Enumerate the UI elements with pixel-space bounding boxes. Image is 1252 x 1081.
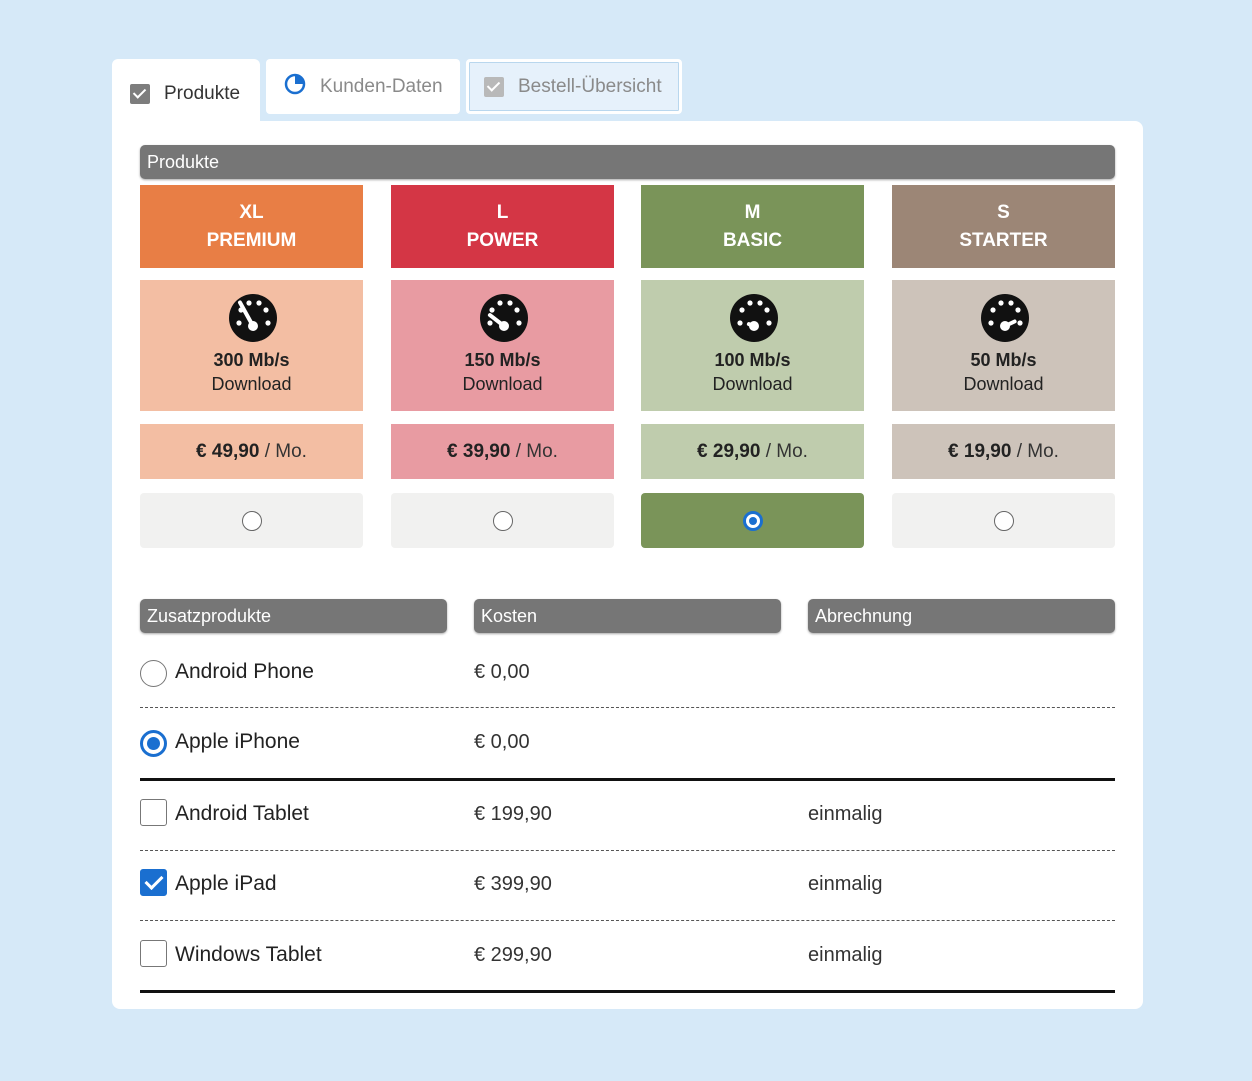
addon-cost: € 0,00 — [474, 731, 530, 753]
plan-name: PREMIUM — [206, 229, 297, 251]
addon-radio[interactable] — [140, 730, 167, 757]
addon-name: Windows Tablet — [175, 943, 322, 966]
checkbox-checked-icon — [130, 84, 150, 104]
plan-name: BASIC — [722, 229, 783, 251]
header-label: Kosten — [481, 606, 538, 626]
plan-size: XL — [239, 201, 264, 223]
addon-cost: € 399,90 — [474, 873, 552, 895]
plan-price-period: / Mo. — [1016, 441, 1059, 462]
plan-radio[interactable] — [742, 510, 763, 531]
plan-price-amount: € 49,90 — [196, 441, 260, 462]
plan-radio[interactable] — [993, 510, 1014, 531]
plan-speed-box: 150 Mb/s Download — [391, 280, 614, 411]
plan-speed-label: Download — [712, 374, 793, 394]
plan-header: XL PREMIUM — [140, 185, 363, 268]
header-label: Zusatzprodukte — [147, 606, 272, 626]
plan-price-period: / Mo. — [264, 441, 307, 462]
addon-row-apple-ipad[interactable]: Apple iPad € 399,90 einmalig — [140, 850, 1115, 920]
plan-price-period: / Mo. — [515, 441, 558, 462]
section-title: Produkte — [147, 152, 220, 172]
plan-size: M — [744, 201, 761, 223]
addon-checkbox[interactable] — [140, 869, 167, 896]
plan-radio[interactable] — [241, 510, 262, 531]
plan-name: POWER — [466, 229, 539, 251]
plan-price-amount: € 29,90 — [697, 441, 761, 462]
addon-name: Apple iPhone — [175, 730, 300, 753]
section-title-bar: Produkte — [140, 145, 1115, 179]
addon-billing: einmalig — [808, 803, 883, 825]
plan-price-amount: € 19,90 — [948, 441, 1012, 462]
plan-speed: 300 Mb/s — [213, 350, 290, 370]
addon-name: Android Phone — [175, 660, 314, 683]
addon-name: Apple iPad — [175, 872, 277, 895]
checkbox-checked-icon — [484, 76, 504, 97]
addon-row-android-phone[interactable]: Android Phone € 0,00 — [140, 638, 1115, 708]
plan-price: € 39,90 / Mo. — [391, 424, 614, 479]
addons-header-cost: Kosten — [474, 599, 781, 633]
plan-size: L — [496, 201, 509, 223]
tab-produkte[interactable]: Produkte — [112, 59, 260, 129]
addon-row-apple-iphone[interactable]: Apple iPhone € 0,00 — [140, 708, 1115, 778]
addons-header-product: Zusatzprodukte — [140, 599, 447, 633]
plan-price: € 29,90 / Mo. — [641, 424, 864, 479]
addon-row-android-tablet[interactable]: Android Tablet € 199,90 einmalig — [140, 780, 1115, 850]
plan-speed: 150 Mb/s — [464, 350, 541, 370]
plan-header: M BASIC — [641, 185, 864, 268]
plan-select-cell[interactable] — [140, 493, 363, 548]
tab-label: Produkte — [164, 83, 241, 104]
plan-price: € 49,90 / Mo. — [140, 424, 363, 479]
plan-header: S STARTER — [892, 185, 1115, 268]
addon-radio[interactable] — [140, 660, 167, 687]
pie-progress-icon — [284, 73, 306, 101]
tab-label: Bestell-Übersicht — [518, 75, 662, 97]
plan-speed-label: Download — [963, 374, 1044, 394]
plan-select-cell[interactable] — [641, 493, 864, 548]
header-label: Abrechnung — [815, 606, 913, 626]
plan-speed: 50 Mb/s — [970, 350, 1037, 370]
tab-label: Kunden-Daten — [320, 75, 443, 97]
plan-speed-label: Download — [462, 374, 543, 394]
plan-header: L POWER — [391, 185, 614, 268]
tab-kunden-daten[interactable]: Kunden-Daten — [266, 59, 460, 114]
addon-checkbox[interactable] — [140, 940, 167, 967]
plan-price-amount: € 39,90 — [447, 441, 511, 462]
addon-cost: € 199,90 — [474, 803, 552, 825]
plan-select-cell[interactable] — [391, 493, 614, 548]
addon-row-windows-tablet[interactable]: Windows Tablet € 299,90 einmalig — [140, 921, 1115, 991]
plan-speed-box: 100 Mb/s Download — [641, 280, 864, 411]
addon-billing: einmalig — [808, 944, 883, 966]
addon-name: Android Tablet — [175, 802, 309, 825]
speedometer-icon — [981, 294, 1029, 342]
plan-price-period: / Mo. — [765, 441, 808, 462]
addon-checkbox[interactable] — [140, 799, 167, 826]
plan-select-cell[interactable] — [892, 493, 1115, 548]
plan-speed-box: 300 Mb/s Download — [140, 280, 363, 411]
speedometer-icon — [730, 294, 778, 342]
plan-speed-box: 50 Mb/s Download — [892, 280, 1115, 411]
plan-radio[interactable] — [492, 510, 513, 531]
speedometer-icon — [229, 294, 277, 342]
plan-name: STARTER — [959, 229, 1048, 251]
addons-header-billing: Abrechnung — [808, 599, 1115, 633]
tab-bestell-uebersicht[interactable]: Bestell-Übersicht — [466, 59, 682, 114]
plan-size: S — [997, 201, 1010, 223]
plan-price: € 19,90 / Mo. — [892, 424, 1115, 479]
addon-cost: € 0,00 — [474, 661, 530, 683]
addon-billing: einmalig — [808, 873, 883, 895]
addon-cost: € 299,90 — [474, 944, 552, 966]
plan-speed: 100 Mb/s — [714, 350, 791, 370]
speedometer-icon — [480, 294, 528, 342]
plan-speed-label: Download — [211, 374, 292, 394]
group-divider — [140, 990, 1115, 993]
